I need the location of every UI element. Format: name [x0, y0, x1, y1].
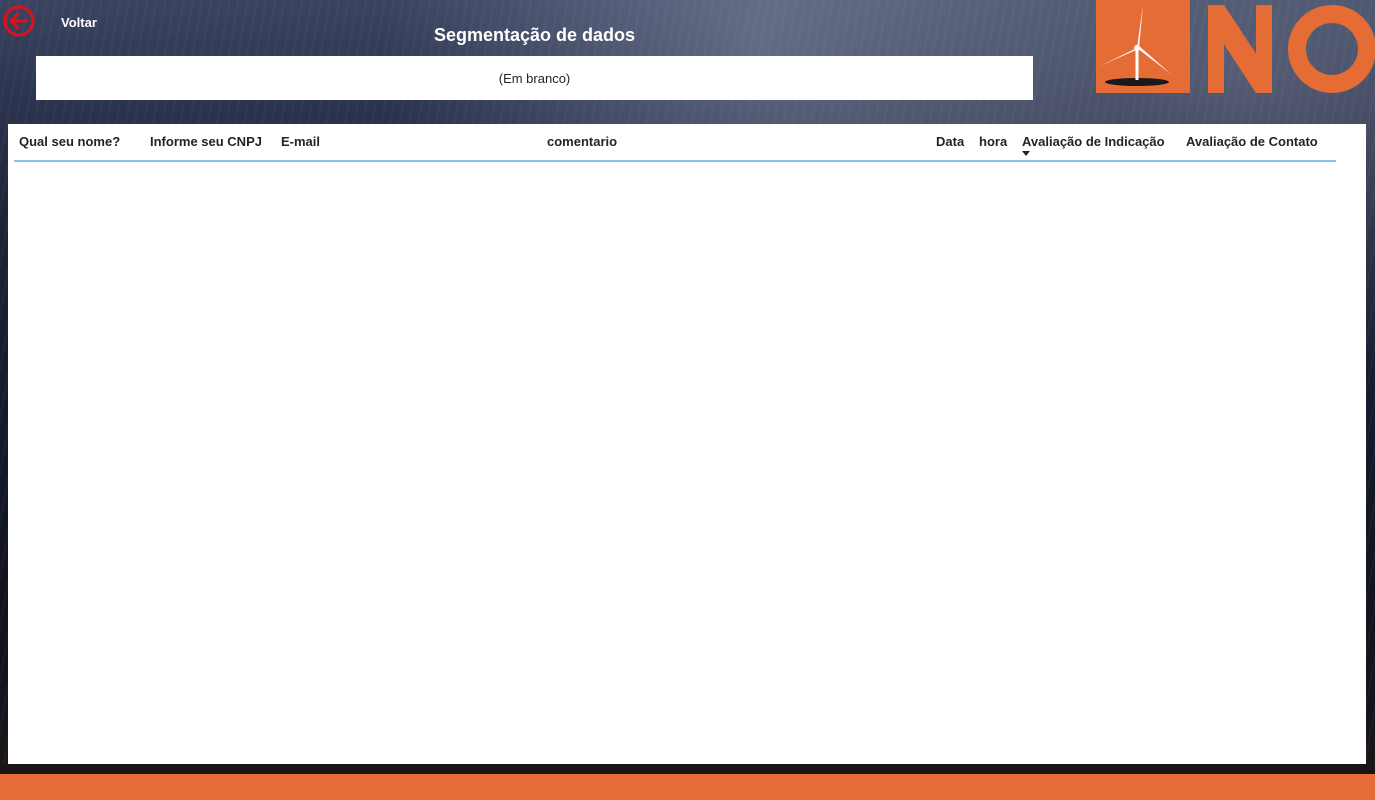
column-header-avaliacao-contato[interactable]: Avaliação de Contato [1186, 134, 1318, 149]
slicer-selected-value: (Em branco) [498, 71, 571, 86]
logo-letters [1208, 5, 1375, 93]
column-header-comentario[interactable]: comentario [547, 134, 617, 149]
brand-logo [1096, 0, 1375, 93]
table-visual: Qual seu nome? Informe seu CNPJ E-mail c… [8, 124, 1366, 764]
column-header-nome[interactable]: Qual seu nome? [19, 134, 120, 149]
column-header-cnpj[interactable]: Informe seu CNPJ [150, 134, 262, 149]
bottom-accent-bar [0, 774, 1375, 800]
column-header-data[interactable]: Data [936, 134, 964, 149]
column-header-hora[interactable]: hora [979, 134, 1007, 149]
column-header-avaliacao-indicacao[interactable]: Avaliação de Indicação [1022, 134, 1165, 149]
arrow-left-circle-icon [3, 5, 35, 37]
table-header-row: Qual seu nome? Informe seu CNPJ E-mail c… [14, 124, 1336, 162]
bottom-divider [0, 764, 1375, 774]
slicer-dropdown[interactable]: (Em branco) [36, 56, 1033, 100]
slicer-title: Segmentação de dados [433, 25, 636, 45]
back-button[interactable] [3, 5, 35, 37]
sort-descending-icon [1022, 151, 1030, 156]
column-header-email[interactable]: E-mail [281, 134, 320, 149]
